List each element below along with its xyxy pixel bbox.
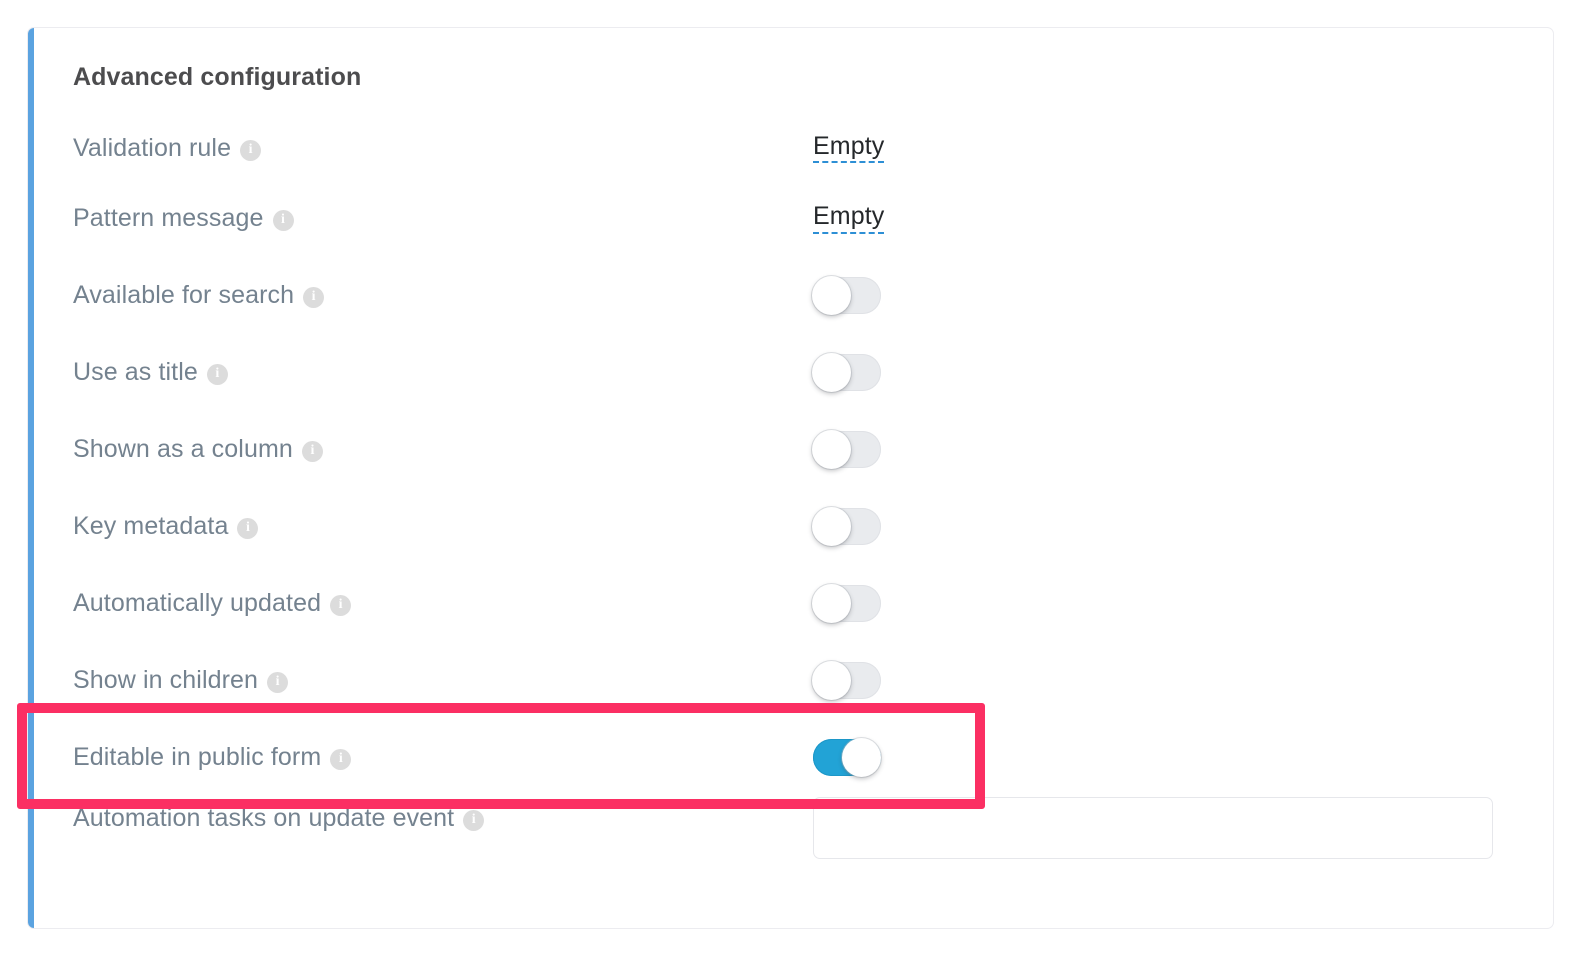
label-key-metadata: Key metadata — [73, 512, 228, 541]
row-editable-in-public-form: Editable in public form — [73, 719, 1513, 796]
row-control-group — [813, 796, 1513, 859]
row-label-group: Automatically updated — [73, 589, 813, 618]
row-control-group — [813, 277, 1513, 314]
label-automation-tasks-on-update-event: Automation tasks on update event — [73, 804, 454, 833]
info-icon[interactable] — [267, 672, 288, 693]
toggle-use-as-title[interactable] — [813, 354, 881, 391]
row-control-group — [813, 585, 1513, 622]
label-shown-as-a-column: Shown as a column — [73, 435, 293, 464]
toggle-knob — [812, 507, 851, 546]
toggle-knob — [812, 661, 851, 700]
info-icon[interactable] — [240, 140, 261, 161]
row-show-in-children: Show in children — [73, 642, 1513, 719]
toggle-knob — [812, 353, 851, 392]
row-label-group: Shown as a column — [73, 435, 813, 464]
row-label-group: Key metadata — [73, 512, 813, 541]
label-show-in-children: Show in children — [73, 666, 258, 695]
row-label-group: Editable in public form — [73, 743, 813, 772]
info-icon[interactable] — [463, 810, 484, 831]
row-validation-rule: Validation rule Empty — [73, 116, 1513, 180]
row-available-for-search: Available for search — [73, 257, 1513, 334]
toggle-available-for-search[interactable] — [813, 277, 881, 314]
screen-root: Advanced configuration Validation rule E… — [0, 0, 1594, 966]
row-control-group — [813, 431, 1513, 468]
row-label-group: Automation tasks on update event — [73, 796, 813, 833]
page-title: Advanced configuration — [73, 63, 1513, 92]
card-content: Advanced configuration Validation rule E… — [28, 28, 1553, 928]
row-automatically-updated: Automatically updated — [73, 565, 1513, 642]
label-use-as-title: Use as title — [73, 358, 198, 387]
label-editable-in-public-form: Editable in public form — [73, 743, 321, 772]
label-available-for-search: Available for search — [73, 281, 294, 310]
toggle-knob — [812, 584, 851, 623]
toggle-knob — [842, 738, 881, 777]
info-icon[interactable] — [303, 287, 324, 308]
validation-rule-value[interactable]: Empty — [813, 133, 884, 163]
row-label-group: Use as title — [73, 358, 813, 387]
settings-list: Validation rule Empty Pattern message Em… — [73, 116, 1513, 906]
row-label-group: Show in children — [73, 666, 813, 695]
label-automatically-updated: Automatically updated — [73, 589, 321, 618]
toggle-shown-as-a-column[interactable] — [813, 431, 881, 468]
label-pattern-message: Pattern message — [73, 204, 264, 233]
toggle-editable-in-public-form[interactable] — [813, 739, 881, 776]
row-key-metadata: Key metadata — [73, 488, 1513, 565]
row-control-group: Empty — [813, 133, 1513, 163]
info-icon[interactable] — [273, 210, 294, 231]
row-use-as-title: Use as title — [73, 334, 1513, 411]
pattern-message-value[interactable]: Empty — [813, 203, 884, 233]
toggle-knob — [812, 430, 851, 469]
toggle-automatically-updated[interactable] — [813, 585, 881, 622]
row-automation-tasks-on-update-event: Automation tasks on update event — [73, 796, 1513, 906]
info-icon[interactable] — [207, 364, 228, 385]
advanced-configuration-card: Advanced configuration Validation rule E… — [27, 27, 1554, 929]
row-pattern-message: Pattern message Empty — [73, 180, 1513, 257]
info-icon[interactable] — [330, 749, 351, 770]
row-control-group — [813, 508, 1513, 545]
row-control-group — [813, 354, 1513, 391]
label-validation-rule: Validation rule — [73, 134, 231, 163]
row-label-group: Available for search — [73, 281, 813, 310]
row-control-group — [813, 662, 1513, 699]
row-label-group: Pattern message — [73, 204, 813, 233]
info-icon[interactable] — [330, 595, 351, 616]
toggle-show-in-children[interactable] — [813, 662, 881, 699]
toggle-knob — [812, 276, 851, 315]
info-icon[interactable] — [302, 441, 323, 462]
toggle-key-metadata[interactable] — [813, 508, 881, 545]
row-label-group: Validation rule — [73, 134, 813, 163]
info-icon[interactable] — [237, 518, 258, 539]
automation-tasks-input[interactable] — [813, 797, 1493, 859]
row-control-group — [813, 739, 1513, 776]
row-control-group: Empty — [813, 203, 1513, 233]
row-shown-as-a-column: Shown as a column — [73, 411, 1513, 488]
